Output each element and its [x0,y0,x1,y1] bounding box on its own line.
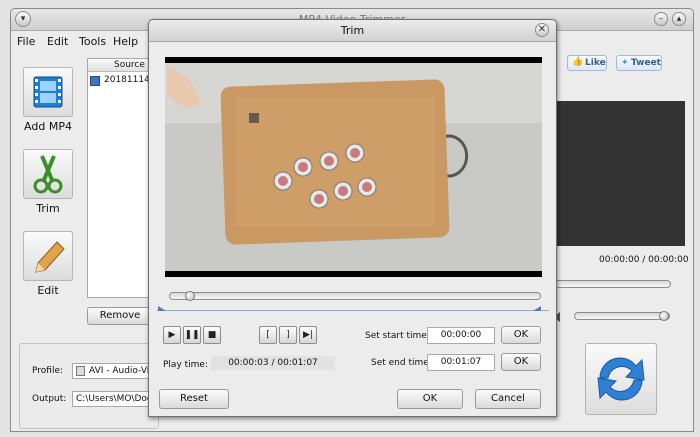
trim-dialog-title: Trim [340,24,365,37]
end-marker-icon[interactable] [533,306,541,311]
trim-range-track [157,310,549,311]
pause-button[interactable]: ❚❚ [183,326,201,344]
like-icon: 👍 [572,57,584,67]
set-start-icon: [ [266,330,270,340]
set-end-label: Set end time: [371,358,432,368]
pause-icon: ❚❚ [184,330,200,340]
play-icon: ▶ [168,330,176,340]
reset-button[interactable]: Reset [159,389,229,409]
profile-value: AVI - Audio-Vi [89,366,150,376]
trim-title-bar: Trim ✕ [149,20,556,42]
jump-end-icon: ▶| [303,330,313,340]
profile-select[interactable]: AVI - Audio-Vi [72,363,160,379]
remove-button[interactable]: Remove [87,307,153,325]
convert-button[interactable] [585,343,657,415]
end-time-input[interactable]: 00:01:07 [427,354,495,371]
volume-slider-thumb[interactable] [659,311,669,321]
scissors-icon [33,155,63,194]
trim-dialog: Trim ✕ ▶ ❚❚ ■ [ ] ▶| Set start time: 00:… [148,19,557,417]
profile-label: Profile: [32,366,64,376]
edit-label: Edit [37,284,59,297]
file-icon [90,76,100,86]
volume-slider[interactable] [574,312,670,320]
start-time-input[interactable]: 00:00:00 [427,327,495,344]
close-icon[interactable]: ✕ [535,23,549,37]
menu-tools[interactable]: Tools [79,35,106,48]
play-time-label: Play time: [163,360,208,370]
output-path-input[interactable]: C:\Users\MO\Docu [72,391,160,407]
set-end-button[interactable]: ] [279,326,297,344]
cancel-button[interactable]: Cancel [475,389,541,409]
menu-edit[interactable]: Edit [47,35,68,48]
twitter-icon: ✦ [621,58,629,68]
minimize-icon[interactable]: – [654,12,668,26]
start-ok-button[interactable]: OK [501,326,541,344]
stop-button[interactable]: ■ [203,326,221,344]
set-end-icon: ] [286,330,290,340]
like-button[interactable]: 👍 Like [567,55,607,71]
main-progress-bar[interactable] [553,280,671,288]
ok-button[interactable]: OK [397,389,463,409]
seek-bar[interactable] [169,292,541,300]
menu-file[interactable]: File [17,35,35,48]
set-start-label: Set start time: [365,331,430,341]
play-button[interactable]: ▶ [163,326,181,344]
output-path-value: C:\Users\MO\Docu [76,394,158,404]
video-format-icon [76,366,85,376]
pencil-icon [35,241,65,273]
video-frame-image [165,63,542,271]
film-icon [33,76,63,108]
menu-help[interactable]: Help [113,35,138,48]
maximize-icon[interactable]: ▴ [672,12,686,26]
set-start-button[interactable]: [ [259,326,277,344]
end-ok-button[interactable]: OK [501,353,541,371]
list-item[interactable]: 20181114_ [104,75,154,85]
start-marker-icon[interactable] [158,306,166,311]
trim-video-frame [165,57,542,277]
output-label: Output: [32,394,67,404]
trim-button[interactable] [23,149,73,199]
main-time-readout: 00:00:00 / 00:00:00 [599,255,689,265]
edit-button[interactable] [23,231,73,281]
add-mp4-label: Add MP4 [24,120,72,133]
tweet-button[interactable]: ✦ Tweet [616,55,662,71]
stop-icon: ■ [207,330,217,340]
convert-icon [597,357,645,401]
add-mp4-button[interactable] [23,67,73,117]
jump-end-button[interactable]: ▶| [299,326,317,344]
output-settings-panel: Profile: AVI - Audio-Vi Output: C:\Users… [19,343,160,429]
list-header-source: Source [114,60,145,70]
tweet-label: Tweet [631,58,661,68]
like-label: Like [585,58,606,68]
play-time-value: 00:00:03 / 00:01:07 [211,356,335,370]
trim-label: Trim [36,202,60,215]
video-preview [553,101,685,246]
